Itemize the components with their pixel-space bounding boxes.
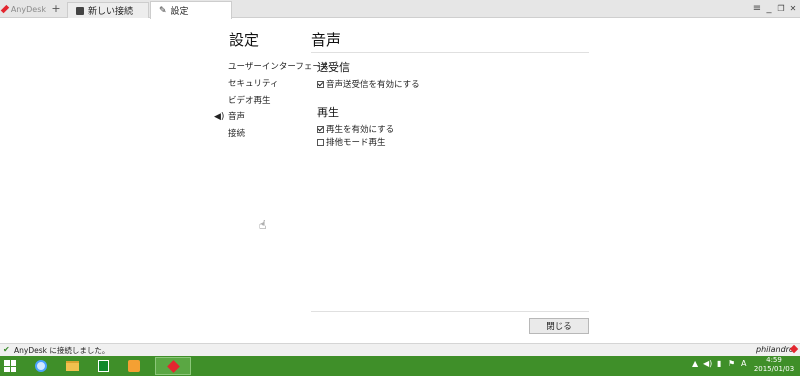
tray-arrow-icon[interactable]: ▲ (692, 359, 698, 368)
nav-item-security[interactable]: セキュリティ (228, 76, 308, 93)
connection-status-icon: ✔ (3, 345, 10, 354)
status-bar: ✔ AnyDesk に接続しました。 philandro (0, 343, 800, 356)
brand-name: philandro (756, 345, 794, 354)
nav-item-video[interactable]: ビデオ再生 (228, 93, 308, 110)
store-icon (97, 360, 109, 372)
close-window-button[interactable]: ✕ (788, 3, 798, 15)
restore-button[interactable]: ❐ (776, 3, 786, 15)
checkbox-checked[interactable] (317, 125, 324, 133)
title-bar: AnyDesk + 新しい接続 ✎ 設定 ≡ _ ❐ ✕ (0, 0, 800, 19)
anydesk-icon (166, 359, 180, 373)
explorer-taskbar-button[interactable] (61, 357, 83, 375)
status-text: AnyDesk に接続しました。 (14, 346, 110, 355)
clock-date: 2015/01/03 (753, 365, 795, 373)
checkbox-label: 再生を有効にする (326, 125, 395, 135)
clock-time: 4:59 (766, 356, 782, 364)
divider (311, 52, 589, 53)
volume-icon[interactable]: ◀) (703, 359, 712, 368)
checkbox-label: 音声送受信を有効にする (326, 80, 420, 90)
app-name: AnyDesk (10, 4, 46, 14)
checkbox-unchecked[interactable] (317, 138, 324, 146)
playback-heading: 再生 (317, 106, 339, 119)
exclusive-mode-checkbox[interactable]: 排他モード再生 (317, 136, 386, 148)
monitor-icon (76, 6, 84, 15)
tab-label: 設定 (170, 7, 189, 17)
paint-icon (128, 360, 140, 372)
tab-label: 新しい接続 (88, 7, 134, 17)
app-tab[interactable]: AnyDesk (0, 0, 46, 18)
wrench-icon: ✎ (159, 5, 167, 16)
checkbox-checked[interactable] (317, 80, 324, 88)
nav-item-connection[interactable]: 接続 (228, 126, 308, 143)
clock[interactable]: 4:59 2015/01/03 (752, 356, 796, 374)
minimize-button[interactable]: _ (764, 3, 774, 15)
start-button[interactable] (4, 360, 16, 372)
paint-taskbar-button[interactable] (123, 357, 145, 375)
transmission-heading: 送受信 (317, 61, 350, 74)
ie-taskbar-button[interactable] (30, 357, 52, 375)
flag-icon[interactable]: ⚑ (728, 359, 735, 368)
nav-item-user-interface[interactable]: ユーザーインターフェース (228, 59, 329, 76)
audio-transmission-checkbox[interactable]: 音声送受信を有効にする (317, 78, 420, 90)
checkbox-label: 排他モード再生 (326, 138, 386, 148)
close-button[interactable]: 閉じる (529, 318, 589, 334)
settings-title: 設定 (229, 31, 260, 49)
ime-indicator[interactable]: A (741, 359, 746, 368)
menu-button[interactable]: ≡ (752, 3, 762, 15)
folder-icon (65, 361, 79, 371)
section-title: 音声 (311, 31, 342, 49)
nav-item-audio[interactable]: ◀) 音声 (214, 109, 308, 126)
enable-playback-checkbox[interactable]: 再生を有効にする (317, 123, 394, 135)
speaker-icon: ◀) (214, 112, 225, 123)
taskbar: ▲ ◀) ▮ ⚑ A 4:59 2015/01/03 (0, 356, 800, 376)
internet-explorer-icon (35, 360, 47, 372)
nav-item-label: 音声 (228, 112, 246, 123)
anydesk-logo-icon (0, 4, 10, 14)
divider (311, 311, 589, 312)
settings-panel: 設定 音声 ユーザーインターフェース セキュリティ ビデオ再生 ◀) 音声 接続… (0, 19, 800, 343)
network-icon[interactable]: ▮ (717, 359, 721, 368)
hand-cursor-icon: ☝ (259, 218, 267, 232)
tab-new-connection[interactable]: 新しい接続 (67, 2, 149, 18)
anydesk-taskbar-button[interactable] (155, 357, 191, 375)
store-taskbar-button[interactable] (92, 357, 114, 375)
tab-settings[interactable]: ✎ 設定 (150, 1, 232, 19)
new-tab-button[interactable]: + (50, 2, 62, 16)
settings-nav: ユーザーインターフェース セキュリティ ビデオ再生 ◀) 音声 接続 (214, 59, 329, 143)
